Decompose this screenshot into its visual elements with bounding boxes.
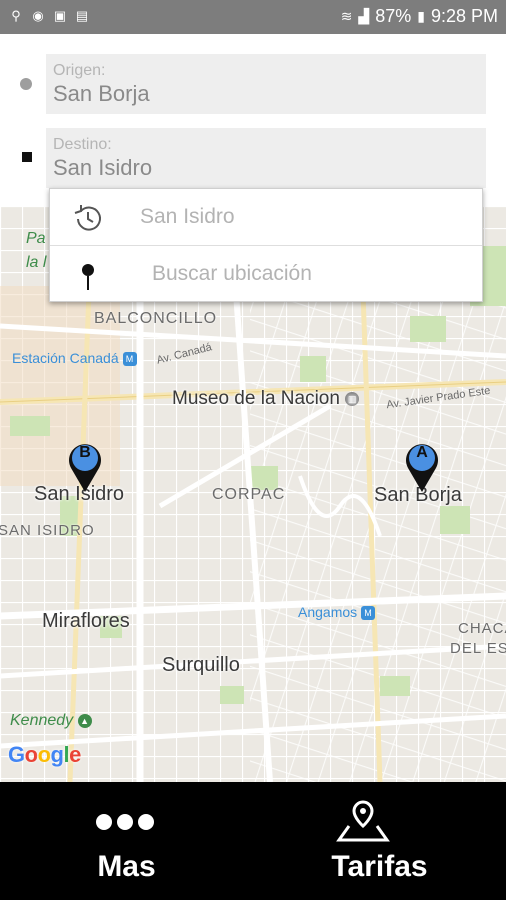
park-icon: ▲: [77, 713, 92, 728]
map-label-corpac: CORPAC: [212, 486, 286, 503]
tarifas-label: Tarifas: [331, 850, 428, 883]
status-system-icons: ≋ ▟ 87% ▮ 9:28 PM: [341, 6, 498, 27]
map-label-estacion-canada: Estación Canadá M: [12, 350, 137, 367]
map-label-park: Pa: [26, 230, 46, 247]
map-label-del-est: DEL EST: [450, 640, 506, 657]
wifi-icon: ≋: [340, 8, 353, 24]
clipboard-icon: ▤: [75, 8, 89, 23]
destination-label: Destino:: [53, 136, 112, 153]
origin-field[interactable]: Origen: San Borja: [46, 54, 486, 114]
status-notification-icons: ⚲ ◉ ▣ ▤: [8, 8, 90, 24]
metro-station-icon-2: M: [361, 606, 376, 621]
location-pin-icon: [82, 264, 94, 290]
mas-label: Mas: [97, 850, 156, 883]
more-icon: [96, 814, 154, 830]
suggestion-search-text: Buscar ubicación: [152, 262, 312, 285]
marker-a[interactable]: A: [402, 438, 442, 494]
history-icon: [74, 205, 101, 231]
destination-square-icon: [22, 152, 32, 162]
status-bar: ⚲ ◉ ▣ ▤ ≋ ▟ 87% ▮ 9:28 PM: [0, 0, 506, 34]
mas-button[interactable]: Mas: [0, 782, 253, 900]
map-label-chaca: CHACA: [458, 620, 506, 637]
tarifas-button[interactable]: Tarifas: [253, 782, 506, 900]
suggestions-dropdown: San Isidro Buscar ubicación: [49, 188, 483, 302]
record-icon: ◉: [32, 8, 44, 23]
marker-a-letter: A: [416, 444, 428, 461]
map-label-san-isidro-area: SAN ISIDRO: [0, 522, 95, 539]
metro-station-icon: M: [122, 352, 137, 367]
museum-icon: ▥: [345, 391, 360, 406]
office-icon: ▣: [53, 8, 67, 23]
origin-dot-icon: [20, 78, 32, 90]
clock: 9:28 PM: [430, 6, 498, 26]
usb-icon: ⚲: [11, 8, 21, 23]
suggestion-history-text: San Isidro: [140, 205, 235, 228]
map-label-surquillo: Surquillo: [162, 654, 240, 676]
map-label-park-2: la l: [26, 254, 47, 271]
origin-label: Origen:: [53, 62, 106, 79]
map-location-icon: [336, 800, 390, 842]
marker-b-letter: B: [79, 444, 91, 461]
suggestion-history[interactable]: San Isidro: [50, 189, 482, 245]
signal-icon: ▟: [358, 8, 370, 24]
marker-b[interactable]: B: [65, 438, 105, 494]
bottom-nav: Mas Tarifas: [0, 782, 506, 900]
battery-icon: ▮: [417, 8, 425, 24]
map-label-miraflores: Miraflores: [42, 610, 130, 632]
battery-percent: 87%: [375, 6, 412, 26]
suggestion-search-location[interactable]: Buscar ubicación: [50, 245, 482, 301]
map-label-museo: Museo de la Nacion ▥: [172, 388, 360, 410]
map-label-balconcillo: BALCONCILLO: [94, 310, 218, 327]
google-logo: Google: [8, 742, 81, 767]
map-label-angamos: Angamos M: [298, 604, 376, 621]
destination-field[interactable]: Destino: San Isidro: [46, 128, 486, 188]
map-label-kennedy: Kennedy ▲: [10, 712, 92, 730]
origin-value: San Borja: [53, 81, 150, 106]
destination-value: San Isidro: [53, 155, 153, 180]
